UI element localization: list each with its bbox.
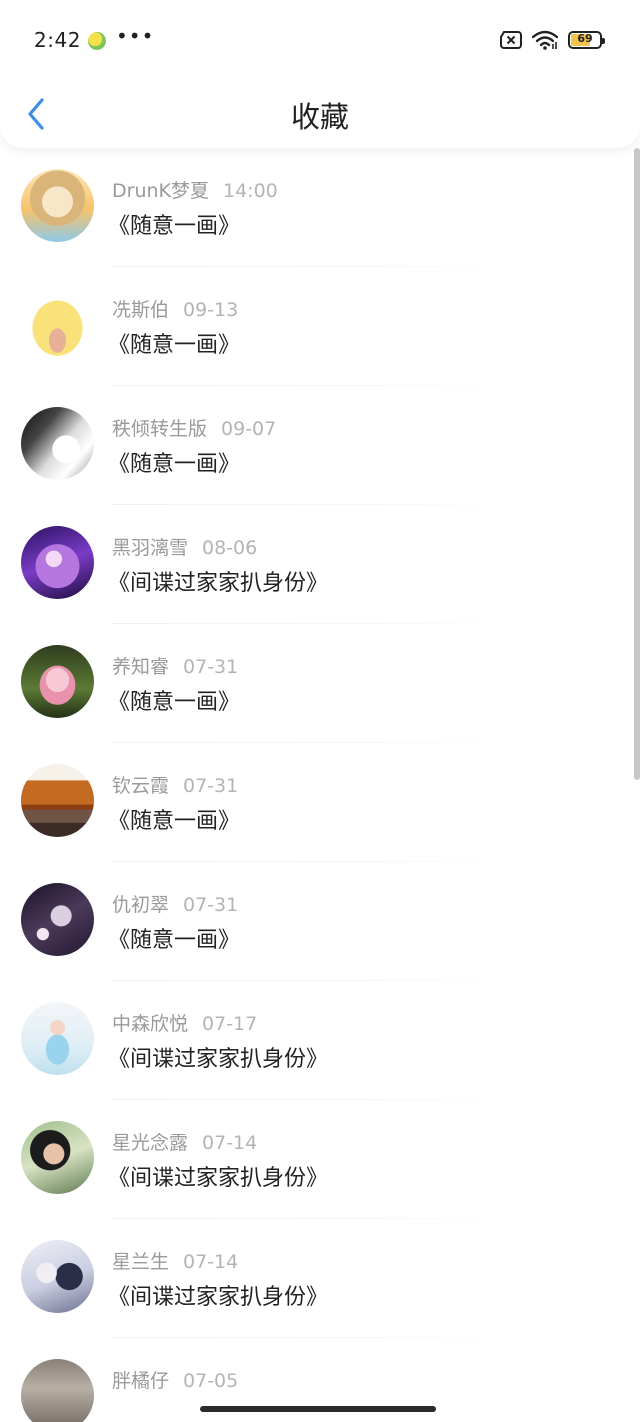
list-item[interactable]: 养知睿 07-31 《随意一画》 <box>0 624 640 743</box>
favorite-time: 09-13 <box>183 299 239 321</box>
author-name: 仇初翠 <box>112 894 170 916</box>
author-name: 中森欣悦 <box>112 1013 189 1035</box>
favorite-time: 07-31 <box>183 894 239 916</box>
item-meta: DrunK梦夏 14:00 <box>112 176 278 203</box>
author-name: 钦云霞 <box>112 775 170 797</box>
avatar-anime-girl[interactable] <box>21 169 94 242</box>
work-title: 《随意一画》 <box>108 333 241 358</box>
work-title: 《间谍过家家扒身份》 <box>108 1047 329 1072</box>
favorite-time: 08-06 <box>202 537 258 559</box>
list-item[interactable]: 星兰生 07-14 《间谍过家家扒身份》 <box>0 1219 640 1338</box>
list-item[interactable]: 冼斯伯 09-13 《随意一画》 <box>0 267 640 386</box>
wifi-icon <box>532 30 558 50</box>
battery-level: 69 <box>577 32 593 45</box>
avatar-girl-portrait[interactable] <box>21 1121 94 1194</box>
author-name: 秩倾转生版 <box>112 418 208 440</box>
author-name: DrunK梦夏 <box>112 180 209 202</box>
avatar-purple-anime[interactable] <box>21 526 94 599</box>
favorite-time: 14:00 <box>223 180 278 202</box>
item-meta: 黑羽漓雪 08-06 <box>112 533 257 560</box>
favorite-time: 07-14 <box>202 1132 258 1154</box>
item-meta: 秩倾转生版 09-07 <box>112 414 276 441</box>
list-item[interactable]: 钦云霞 07-31 《随意一画》 <box>0 743 640 862</box>
favorite-time: 07-31 <box>183 656 239 678</box>
list-item[interactable]: DrunK梦夏 14:00 《随意一画》 <box>0 148 640 267</box>
item-meta: 星兰生 07-14 <box>112 1247 238 1274</box>
status-time: 2:42 <box>34 28 81 52</box>
item-meta: 养知睿 07-31 <box>112 652 238 679</box>
more-notifications-icon: ••• <box>116 24 155 48</box>
avatar-dark-anime[interactable] <box>21 883 94 956</box>
work-title: 《间谍过家家扒身份》 <box>108 1285 329 1310</box>
work-title: 《间谍过家家扒身份》 <box>108 1166 329 1191</box>
header: 2:42 ••• 69 收藏 <box>0 0 640 148</box>
list-item[interactable]: 星光念露 07-14 《间谍过家家扒身份》 <box>0 1100 640 1219</box>
avatar-lotus[interactable] <box>21 645 94 718</box>
item-meta: 钦云霞 07-31 <box>112 771 238 798</box>
no-sim-icon <box>500 31 522 49</box>
favorites-list: DrunK梦夏 14:00 《随意一画》 冼斯伯 09-13 《随意一画》 秩倾转生… <box>0 148 640 1422</box>
favorite-time: 09-07 <box>221 418 277 440</box>
page-title: 收藏 <box>290 100 349 134</box>
list-item[interactable]: 仇初翠 07-31 《随意一画》 <box>0 862 640 981</box>
home-indicator[interactable] <box>200 1406 436 1412</box>
item-meta: 仇初翠 07-31 <box>112 890 238 917</box>
avatar-girl-beach[interactable] <box>21 1002 94 1075</box>
list-item[interactable]: 秩倾转生版 09-07 《随意一画》 <box>0 386 640 505</box>
nav-bar: 收藏 <box>0 80 640 146</box>
item-meta: 中森欣悦 07-17 <box>112 1009 257 1036</box>
status-bar: 2:42 ••• 69 <box>0 0 640 80</box>
author-name: 黑羽漓雪 <box>112 537 189 559</box>
author-name: 冼斯伯 <box>112 299 170 321</box>
status-icons: 69 <box>500 30 605 50</box>
scrollbar[interactable] <box>634 148 640 780</box>
work-title: 《随意一画》 <box>108 214 241 239</box>
author-name: 胖橘仔 <box>112 1370 170 1392</box>
battery-icon: 69 <box>568 31 605 49</box>
favorite-time: 07-14 <box>183 1251 239 1273</box>
work-title: 《随意一画》 <box>108 809 241 834</box>
list-item[interactable]: 黑羽漓雪 08-06 《间谍过家家扒身份》 <box>0 505 640 624</box>
avatar-sketch[interactable] <box>21 407 94 480</box>
author-name: 星光念露 <box>112 1132 189 1154</box>
item-meta: 星光念露 07-14 <box>112 1128 257 1155</box>
work-title: 《随意一画》 <box>108 928 241 953</box>
list-item[interactable]: 中森欣悦 07-17 《间谍过家家扒身份》 <box>0 981 640 1100</box>
author-name: 星兰生 <box>112 1251 170 1273</box>
avatar-stone[interactable] <box>21 1359 94 1422</box>
favorite-time: 07-05 <box>183 1370 239 1392</box>
item-meta: 冼斯伯 09-13 <box>112 295 238 322</box>
work-title: 《间谍过家家扒身份》 <box>108 571 329 596</box>
avatar-autumn-trees[interactable] <box>21 764 94 837</box>
favorite-time: 07-31 <box>183 775 239 797</box>
favorite-time: 07-17 <box>202 1013 258 1035</box>
avatar-pig-cartoon[interactable] <box>21 288 94 361</box>
work-title: 《随意一画》 <box>108 690 241 715</box>
app-notification-icon <box>88 32 106 50</box>
avatar-anime-pair[interactable] <box>21 1240 94 1313</box>
favorites-screen: 2:42 ••• 69 收藏 DrunK梦夏 14:00 《随意一画》 冼斯伯 … <box>0 0 640 1422</box>
author-name: 养知睿 <box>112 656 170 678</box>
work-title: 《随意一画》 <box>108 452 241 477</box>
item-meta: 胖橘仔 07-05 <box>112 1366 238 1393</box>
